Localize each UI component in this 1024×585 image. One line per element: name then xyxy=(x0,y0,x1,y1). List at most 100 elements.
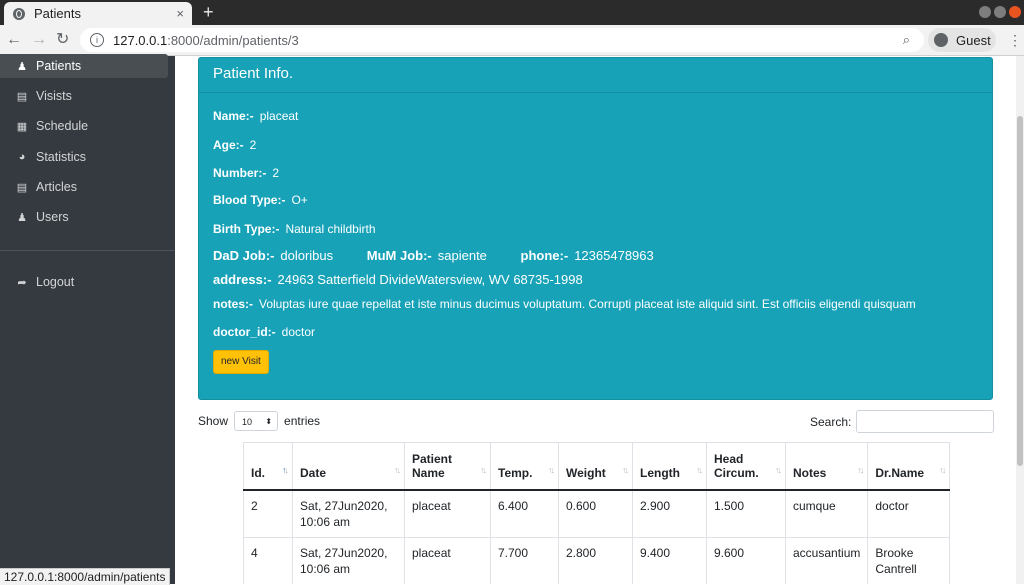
user-injured-icon: ♟ xyxy=(17,60,27,73)
status-bar-url: 127.0.0.1:8000/admin/patients xyxy=(0,568,171,585)
main-content: Patient Info. Name:- placeat Age:- 2 Numbe… xyxy=(175,56,1016,584)
cell-notes: cumque xyxy=(784,489,869,538)
cell-length: 2.900 xyxy=(632,489,707,538)
number-label: Number:- xyxy=(213,166,267,180)
cell-date: Sat, 27Jun2020, 10:06 am xyxy=(292,489,405,538)
cell-length: 9.400 xyxy=(632,536,707,584)
search-input[interactable] xyxy=(856,410,995,433)
zoom-icon[interactable]: ⌕ xyxy=(903,32,910,48)
doctor-row: doctor_id:- doctor xyxy=(213,325,315,339)
calendar-icon: ▦ xyxy=(16,120,28,133)
cell-dr-name: doctor xyxy=(867,489,951,538)
cell-weight: 0.600 xyxy=(558,489,633,538)
url-path: :8000/admin/patients/3 xyxy=(167,32,299,48)
sidebar-item-visits[interactable]: ▤ Visists xyxy=(0,84,168,108)
list-icon: ▤ xyxy=(16,90,28,103)
browser-tab[interactable]: Patients × xyxy=(4,2,192,25)
column-header-head-circum[interactable]: Head Circum. ↑↓ xyxy=(706,442,786,491)
cell-temp: 6.400 xyxy=(490,489,559,538)
back-arrow-icon[interactable]: ← xyxy=(6,30,22,50)
search-label: Search: xyxy=(810,414,852,429)
blood-type-row: Blood Type:- O+ xyxy=(213,193,308,207)
column-header-length[interactable]: Length ↑↓ xyxy=(632,442,707,491)
birth-type-row: Birth Type:- Natural childbirth xyxy=(213,222,376,236)
profile-button[interactable]: Guest xyxy=(928,28,996,52)
sort-asc-icon: ↑↓ xyxy=(282,464,289,475)
cell-head-circum: 9.600 xyxy=(706,536,786,584)
address-label: address:- xyxy=(213,272,272,287)
minimize-window-button[interactable] xyxy=(979,6,991,18)
site-info-icon[interactable]: i xyxy=(90,33,104,47)
browser-toolbar: ← → ↻ i 127.0.0.1:8000/admin/patients/3 … xyxy=(0,25,1024,56)
url-text[interactable]: 127.0.0.1:8000/admin/patients/3 xyxy=(113,33,299,48)
number-row: Number:- 2 xyxy=(213,166,279,180)
newspaper-icon: ▤ xyxy=(16,181,28,194)
show-label: Show xyxy=(198,414,229,428)
sidebar-divider xyxy=(0,250,175,251)
sidebar-item-schedule[interactable]: ▦ Schedule xyxy=(0,114,168,138)
forward-arrow-icon[interactable]: → xyxy=(31,30,47,50)
cell-dr-name: Brooke Cantrell xyxy=(867,536,951,584)
sidebar: ♟ Patients ▤ Visists ▦ Schedule ◕ Statis… xyxy=(0,54,175,584)
column-header-patient-name[interactable]: Patient Name ↑↓ xyxy=(404,442,491,491)
cell-notes: accusantium xyxy=(784,536,869,584)
age-value: 2 xyxy=(249,138,257,152)
phone-value: 12365478963 xyxy=(574,248,654,263)
blood-type-value: O+ xyxy=(291,193,308,207)
cell-temp: 7.700 xyxy=(490,536,559,584)
close-window-button[interactable] xyxy=(1009,6,1021,18)
birth-type-value: Natural childbirth xyxy=(285,222,376,236)
table-row: 2 Sat, 27Jun2020, 10:06 am placeat 6.400 … xyxy=(243,489,951,538)
jobs-row: DaD Job:- doloribus MuM Job:- sapiente pho… xyxy=(213,248,654,263)
new-tab-button[interactable]: + xyxy=(203,2,214,22)
entries-length-control: Show 10 ⬍ entries xyxy=(198,411,320,431)
menu-kebab-icon[interactable]: ⋮ xyxy=(1008,32,1022,49)
sort-icon: ↑↓ xyxy=(394,464,401,475)
cell-patient-name: placeat xyxy=(404,536,491,584)
sidebar-item-logout[interactable]: ➦ Logout xyxy=(0,270,168,294)
entries-select[interactable]: 10 ⬍ xyxy=(234,411,279,431)
sort-icon: ↑↓ xyxy=(939,464,946,475)
column-header-dr-name[interactable]: Dr.Name ↑↓ xyxy=(867,442,951,491)
notes-label: notes:- xyxy=(213,297,253,311)
column-header-id[interactable]: Id. ↑↓ xyxy=(243,442,293,491)
column-header-weight[interactable]: Weight ↑↓ xyxy=(558,442,633,491)
sign-out-icon: ➦ xyxy=(17,276,27,289)
column-header-temp[interactable]: Temp. ↑↓ xyxy=(490,442,559,491)
pie-chart-icon: ◕ xyxy=(18,151,26,163)
column-header-notes[interactable]: Notes ↑↓ xyxy=(784,442,869,491)
sidebar-item-articles[interactable]: ▤ Articles xyxy=(0,175,168,199)
dad-job-label: DaD Job:- xyxy=(213,248,275,263)
sidebar-item-users[interactable]: ♟ Users xyxy=(0,205,168,229)
name-value: placeat xyxy=(259,109,299,123)
tab-title: Patients xyxy=(34,6,81,21)
entries-select-value: 10 xyxy=(242,417,253,427)
mum-job-value: sapiente xyxy=(437,248,487,263)
reload-icon[interactable]: ↻ xyxy=(56,30,69,50)
sidebar-item-statistics[interactable]: ◕ Statistics xyxy=(0,145,168,169)
sort-icon: ↑↓ xyxy=(622,464,629,475)
new-visit-button[interactable]: new Visit xyxy=(213,350,269,374)
sidebar-item-patients[interactable]: ♟ Patients xyxy=(0,54,168,78)
maximize-window-button[interactable] xyxy=(994,6,1006,18)
sort-icon: ↑↓ xyxy=(548,464,555,475)
address-bar[interactable]: i 127.0.0.1:8000/admin/patients/3 ⌕ xyxy=(80,28,924,52)
page-scrollbar[interactable] xyxy=(1016,56,1024,584)
sidebar-item-label: Logout xyxy=(36,275,75,289)
column-header-date[interactable]: Date ↑↓ xyxy=(292,442,405,491)
visits-table: Id. ↑↓ Date ↑↓ Patient Name ↑↓ Temp. ↑↓ Weigh… xyxy=(243,442,951,584)
table-row: 4 Sat, 27Jun2020, 10:06 am placeat 7.700 … xyxy=(243,536,951,584)
sidebar-item-label: Statistics xyxy=(36,150,87,164)
scrollbar-thumb[interactable] xyxy=(1017,116,1023,466)
entries-label: entries xyxy=(284,414,321,428)
notes-value: Voluptas iure quae repellat et iste minu… xyxy=(259,297,916,311)
name-row: Name:- placeat xyxy=(213,109,298,123)
tab-close-icon[interactable]: × xyxy=(176,6,184,21)
doctor-id-label: doctor_id:- xyxy=(213,325,276,339)
phone-label: phone:- xyxy=(520,248,569,263)
table-header-row: Id. ↑↓ Date ↑↓ Patient Name ↑↓ Temp. ↑↓ Weigh… xyxy=(243,442,951,491)
blood-type-label: Blood Type:- xyxy=(213,193,286,207)
doctor-id-value: doctor xyxy=(281,325,316,339)
avatar-icon xyxy=(934,33,948,47)
sidebar-item-label: Schedule xyxy=(36,119,89,133)
